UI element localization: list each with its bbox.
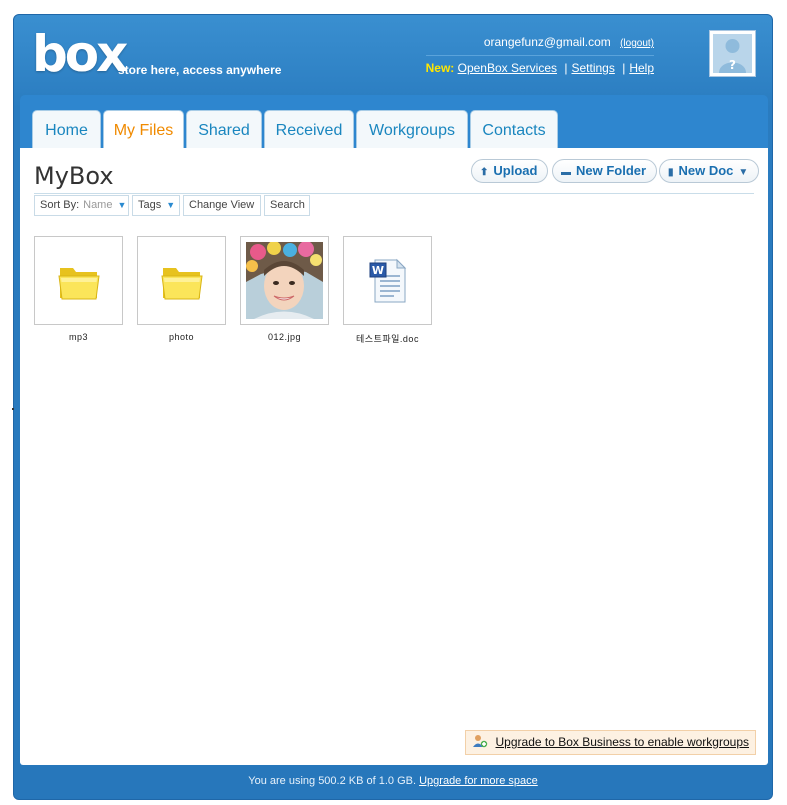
tab-received[interactable]: Received [264,110,354,148]
tab-contacts[interactable]: Contacts [470,110,558,148]
search-button[interactable]: Search [264,195,310,216]
tagline: store here, access anywhere [118,63,282,77]
sort-by-label: Sort By: [40,199,80,211]
photo-image [246,242,323,319]
link-separator: | [564,61,568,75]
upgrade-space-link[interactable]: Upgrade for more space [419,775,538,787]
app-frame: box store here, access anywhere orangefu… [13,14,773,800]
folder-icon[interactable] [34,236,123,325]
file-name[interactable]: photo [137,332,226,342]
user-email: orangefunz@gmail.com [483,35,611,49]
file-name[interactable]: mp3 [34,332,123,342]
settings-link[interactable]: Settings [571,61,614,75]
folder-icon[interactable] [137,236,226,325]
file-item[interactable]: W 테스트파일.doc [343,236,432,345]
upload-label: Upload [493,163,538,178]
dropdown-arrow-icon: ▼ [166,200,176,210]
svg-text:W: W [371,264,383,277]
file-name[interactable]: 테스트파일.doc [343,332,432,345]
file-browser: MyBox ⬆ Upload ▬ New Folder ▮ New Doc ▼ Sort… [20,148,768,765]
upgrade-link[interactable]: Upgrade to Box Business to enable workgr… [496,735,749,749]
default-user-icon: ? [713,34,752,73]
svg-text:?: ? [729,58,736,72]
file-item[interactable]: photo [137,236,226,342]
word-doc-icon[interactable]: W [343,236,432,325]
dropdown-arrow-icon: ▼ [117,200,127,210]
sort-by-value: Name [83,199,113,211]
avatar[interactable]: ? [709,30,756,77]
help-link[interactable]: Help [629,61,654,75]
file-name[interactable]: 012.jpg [240,332,329,342]
stray-dot [12,408,14,410]
change-view-button[interactable]: Change View [183,195,261,216]
tab-workgroups[interactable]: Workgroups [356,110,468,148]
tab-my-files[interactable]: My Files [103,110,184,149]
logout-link[interactable]: (logout) [620,38,654,49]
file-item[interactable]: 012.jpg [240,236,329,342]
business-user-icon [472,735,491,749]
box-logo[interactable]: box [32,29,128,79]
new-doc-label: New Doc [678,163,734,178]
openbox-services-link[interactable]: OpenBox Services [458,61,557,75]
account-area: orangefunz@gmail.com (logout) New: OpenB… [425,35,654,75]
photo-thumbnail[interactable] [240,236,329,325]
storage-usage: You are using 500.2 KB of 1.0 GB. [248,775,417,787]
new-folder-button[interactable]: ▬ New Folder [552,159,658,183]
header-divider [34,193,754,194]
tab-shared[interactable]: Shared [186,110,262,148]
upload-arrow-icon: ⬆ [480,167,489,178]
link-separator: | [622,61,626,75]
tab-home[interactable]: Home [32,110,101,148]
page-title: MyBox [34,162,114,190]
main-panel: Home My Files Shared Received Workgroups… [20,95,768,765]
upgrade-banner[interactable]: Upgrade to Box Business to enable workgr… [465,730,756,755]
upload-button[interactable]: ⬆ Upload [471,159,549,183]
document-small-icon: ▮ [668,167,674,178]
new-folder-label: New Folder [576,163,647,178]
tags-label: Tags [138,199,162,211]
folder-small-icon: ▬ [561,167,571,178]
sort-by-dropdown[interactable]: Sort By: Name ▼ [34,195,129,216]
chevron-down-icon: ▼ [738,167,749,178]
file-item[interactable]: mp3 [34,236,123,342]
new-label: New: [425,61,455,75]
tags-dropdown[interactable]: Tags ▼ [132,195,180,216]
new-doc-button[interactable]: ▮ New Doc ▼ [659,159,760,183]
footer: You are using 500.2 KB of 1.0 GB. Upgrad… [14,775,772,787]
